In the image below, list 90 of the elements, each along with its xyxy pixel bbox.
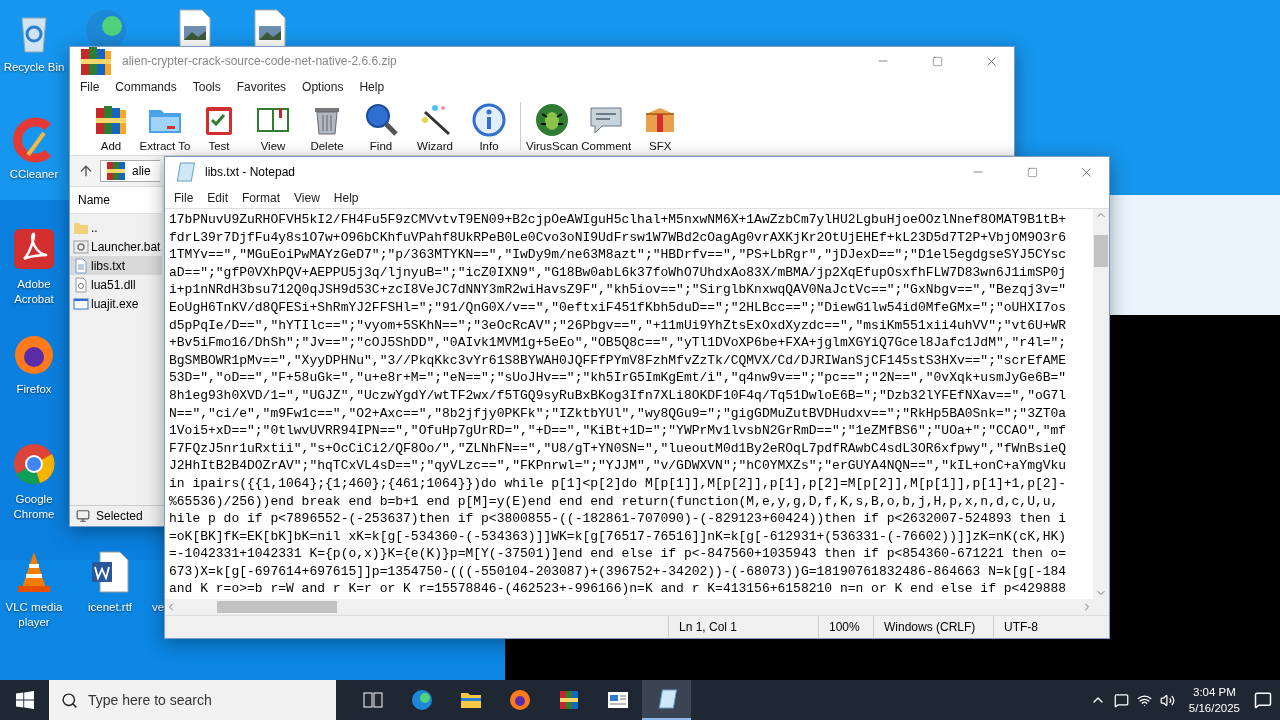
text-line: 1TMYv==","MGuEoiPwMAYzGeD7";"p/363MTYKN==","IwDy9m/ne63M8azt";"HBDrfv==","PS+LbRgr","jDJexD==";"D1el5egdgseSYJ5CYsc [169, 246, 1068, 264]
toolbar-button[interactable]: Find [354, 101, 408, 153]
status-text: Windows (CRLF) [873, 616, 993, 638]
text-line: aD==";"gfP0VXhPQV+AEPPU5j3q/ljnyuB=";"icZ0IXN9","G18Bw0abL6k37foWhO7UhdxAo83X/mBMA/jp2XqEfupOsxfhFLW7D83wn6J1imSP0j [169, 263, 1068, 282]
toolbar-button[interactable]: Extract To [138, 101, 192, 153]
file-row[interactable]: lua51.dll [70, 275, 162, 294]
toolbar-button[interactable]: Test [192, 101, 246, 153]
drive-icon [76, 509, 90, 523]
search-icon [61, 691, 78, 709]
horizontal-scrollbar[interactable] [165, 599, 1109, 615]
scroll-thumb[interactable] [217, 601, 337, 613]
edge-icon [409, 688, 434, 712]
menu-item[interactable]: Help [326, 190, 366, 205]
desktop-icon-label[interactable]: Adobe Acrobat [0, 277, 68, 307]
status-text: Selected [96, 509, 143, 523]
text-line: 673)X=k[g[-697614+697615]]p=1354750-(((-550104-203087)+(396752+-34202))-(-68073))G=18190761832486-864663 N=k[g[-184 [169, 562, 1068, 581]
text-file-icon [73, 257, 89, 274]
text-line: 8h1eg93h0XVD/1=","UGJZ","UczwYgdY/wtTF2wx/f5TGQ9syRuBxBKog3Ifn7XLi8OKDF10F4q/Tq51DwloE6B=";"Dzb32lYFEfNXav==","oG7l [169, 386, 1068, 405]
scroll-thumb[interactable] [1094, 235, 1108, 267]
text-line: EoUgH6TnKV/d8QFESi+ShRmYJ2FFSHl=";"91/QnG0X/v==","0eftxiF451fKbh5duD==";"2HLBcc==";"DiewG1lw54id0MfeGMx=";"oUHXI7os [169, 298, 1068, 317]
menu-item[interactable]: Help [351, 80, 393, 94]
network-icon[interactable] [1136, 692, 1152, 708]
menu-item[interactable]: Options [294, 80, 352, 94]
text-line: =-1042331+1042331 K={p(o,x)}K={e(K)}p=M[Y(-37501)]end end else if p<-847560+1035943 then if p<854360-671221 then o= [169, 545, 1068, 563]
windows-logo-icon [15, 691, 34, 709]
desktop-icon-label[interactable]: VLC media player [0, 600, 68, 630]
desktop-icon-label[interactable]: Google Chrome [0, 492, 68, 522]
maximize-icon [1026, 166, 1038, 178]
menu-item[interactable]: View [287, 190, 327, 205]
file-row[interactable]: Launcher.bat [70, 237, 162, 256]
file-row[interactable]: libs.txt [70, 256, 162, 275]
menu-item[interactable]: File [167, 190, 201, 205]
books-icon [104, 159, 128, 183]
text-line: 17bPNuvU9ZuRHOFVH5kI2/FH4Fu5F9zCMVvtvT9EN09+B2cjpOeAWIguH5clhal+M5nxwNM6X+1AwZzbCm7ylHU2LgbuHjoeOOzlNnef8OMAT9B1tB+ [169, 211, 1068, 229]
text-line: fdrL39r7DjfFu4y8s1O7w+O96bCKhfuVPahf8UkRPeB0Le0Cvo3oNI9UdFrsw1W7WBd2cOagAg0vrAXKjKr2OtUjEHEf+kL23D5d7T2P+VbjOM9O3r6 [169, 228, 1068, 247]
volume-icon[interactable] [1159, 692, 1175, 708]
menu-item[interactable]: Favorites [228, 80, 295, 94]
column-header[interactable]: Name [70, 187, 162, 214]
desktop-icon-label[interactable]: Firefox [16, 382, 52, 397]
bug-icon [534, 101, 571, 138]
file-row[interactable]: .. [70, 218, 162, 237]
toolbar-button[interactable]: Comment [579, 101, 634, 153]
text-line: in ipairs({{1,1064};{1;460};{461;1064}})do while p[1]<p[2]do M[p[1]],M[p[2]],p[1],p[2]=M[p[2]],M[p[1]],p[1]+1,p[2]- [169, 474, 1068, 493]
text-line: =oK[BK]fK=EK[bK]bK=nil xK=k[g[-534360-(-534363)]]WK=k[g[76517-76516]]nK=k[g[-612931+(536331-(-76602))]]zK=nK(cK,HK) [169, 527, 1068, 546]
toolbar-button[interactable]: Delete [300, 101, 354, 153]
window-title: alien-crypter-crack-source-code-net-native-2.6.6.zip [122, 54, 398, 68]
notification-icon[interactable] [1254, 691, 1272, 709]
gear-file-icon [73, 238, 89, 255]
text-line: +Bv5iFmo16/DhSh";"Jv==";"cOJ5ShDD","0AIvk1MVM1g+5eEo","OB5Q8c==","yTl1DVoXP6be+FXA+jglmXGYiQ7Gcel8Jafc1JdM","r4l="; [169, 334, 1068, 352]
toolbar-button[interactable]: VirusScan [525, 101, 580, 153]
text-line: N==","ci/e","m9Fw1c==","O2+Axc==","8b2jfjy0PKFk";"IZktbYUl","wy8QGu9=";"gigGDMuZutBVDHudxv==";"RkHp5BA0Snk=";"3ZT0a [169, 404, 1068, 423]
text-line: %65536)/256))end break end b=b+1 end p[M]=y(E)end end end return(function(M,e,y,g,D,f,K,s,B,o,b,j,H,p,x,n,d,c,U,u, [169, 492, 1060, 511]
maximize-icon [931, 55, 943, 67]
menu-item[interactable]: Edit [200, 190, 236, 205]
status-text: UTF-8 [993, 616, 1109, 638]
desktop-icon-label[interactable]: icenet.rtf [87, 600, 133, 615]
text-line: i+p1nNRdH3bsu712Q0qJSH9d53C+zcI8VeJC7dNNY3mR2wiHavsZ9F","kh5iov==";"SirglbKnxwqQAV0NaJctVc==";"GxNbgv==","Bezqj3v=" [169, 281, 1068, 299]
text-line: J2HhItB2B4DOZrAV";"hqTCxVL4sD==";"qyVLzc==","FKPnrwl=";"YJJM","v/GDWXVN";"hC0YMXZs";"erGUYA4NQN==","kIL+onC+aYmgVku [169, 457, 1068, 475]
toolbar-button[interactable]: View [246, 101, 300, 153]
search-icon [363, 101, 399, 138]
menu-item[interactable]: Tools [184, 80, 229, 94]
text-line: hile p do if p<7896552-(-253637)then if p<3800855-((-182861-707090)-(-829123+60424))then if p<2632007-524893 then i [169, 510, 1068, 528]
toolbar-button[interactable]: Info [462, 101, 516, 153]
toolbar-button[interactable]: Add [84, 101, 138, 153]
info-icon [471, 101, 507, 138]
menu-item[interactable]: File [72, 80, 108, 94]
toolbar-button[interactable]: Wizard [408, 101, 462, 153]
text-line: F7FQzJ5nr1uRxtii","s+OcCiCi2/QF8Oo/","ZLNhFN==","U8/gT+YN0SN=","lueoutM0d1By2eROqL7pdfRAwbC4sdL3OR6xfpwy","fWnBsieQ [169, 439, 1068, 458]
firefox-icon [507, 688, 532, 712]
text-line: and K r=o>=b r=W and r K=r or K r=15578846-(462523+-996166)n=K and r K=413156+6158210 n=n or K end else if p<429888 [169, 580, 1068, 599]
text-line: 1Voi5+xD==";"0tlwvUVRR94IPN==","OfuHp7gUrRD=","+D==","KiBt+1D=";"YWPrMv1lvsbN2GrRmD==";"1eZMfBS6";"UOa+";"CCAO","mf [169, 422, 1068, 440]
gear-file-icon [73, 276, 89, 293]
window-file-icon [73, 295, 89, 312]
clock-time[interactable]: 3:04 PM [1193, 684, 1236, 700]
taskbar-app[interactable] [642, 680, 691, 720]
file-row[interactable]: luajit.exe [70, 294, 162, 313]
path-field[interactable]: alie [100, 160, 160, 182]
text-line: BgSMBOWR1pMv==","XyyDPHNu","3//PkqKkc3vYr61S8BYWAH0JQFFfPYmV8FzhMfvZzTk/CQMVX/Cd/DJRIWanSjCF145stS3HXv==";"scrEfAME [169, 351, 1068, 370]
window-title: libs.txt - Notepad [205, 165, 297, 179]
toolbar-button[interactable]: SFX [633, 101, 688, 153]
text-line: d5pPqIe/D==","hYTIlc==";"vyom+5SKhN==";"3eOcRcAV";"26Pbgv==","+11mUi9YhZtsExOxdXyzdc==","msiKm551xii4uhVV";"vt6U+WR [169, 316, 1068, 335]
menu-item[interactable]: Format [235, 190, 288, 205]
clock-date[interactable]: 5/16/2025 [1188, 700, 1240, 716]
search-field[interactable]: Type here to search [49, 680, 336, 720]
status-text: 100% [818, 616, 873, 638]
text-line: 53D=","oD==","F+58uGk=","u+e8r+M=";"eN==";"sUoJHv==";"kh5IrG5ImKgEmt/i","q4nw9v==";"pc==";"2N==","0vXqk+usmJyGe6B=" [169, 369, 1068, 387]
desktop-icon-label[interactable]: ve [151, 600, 165, 615]
menu-item[interactable]: Commands [107, 80, 185, 94]
vertical-scrollbar[interactable] [1093, 209, 1109, 599]
status-text: Ln 1, Col 1 [668, 616, 818, 638]
